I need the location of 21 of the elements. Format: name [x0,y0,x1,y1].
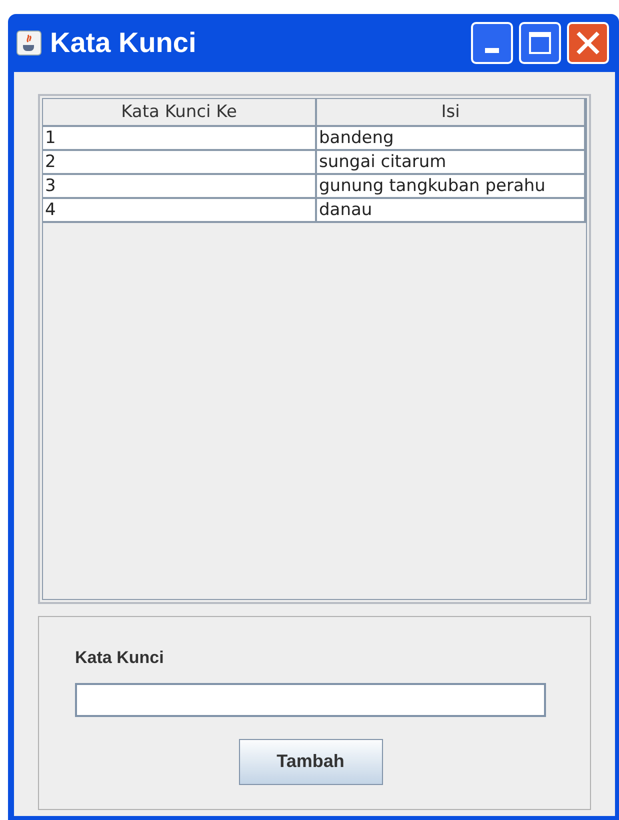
cup-icon [16,30,42,56]
minimize-icon [485,48,499,53]
table-cell: danau [317,199,586,223]
column-header[interactable]: Isi [317,99,586,127]
table-cell: gunung tangkuban perahu [317,175,586,199]
table-cell: 1 [43,127,317,151]
close-button[interactable] [567,22,609,64]
add-button[interactable]: Tambah [238,738,382,784]
maximize-button[interactable] [519,22,561,64]
table-cell: sungai citarum [317,151,586,175]
column-header[interactable]: Kata Kunci Ke [43,99,317,127]
minimize-button[interactable] [471,22,513,64]
table-cell: 3 [43,175,317,199]
table-cell: 2 [43,151,317,175]
table-cell: 4 [43,199,317,223]
maximize-icon [529,32,551,54]
close-icon [575,30,601,56]
field-label: Kata Kunci [75,647,165,669]
table-cell: bandeng [317,127,586,151]
input-field[interactable] [75,682,546,716]
window-title: Kata Kunci [50,26,198,60]
